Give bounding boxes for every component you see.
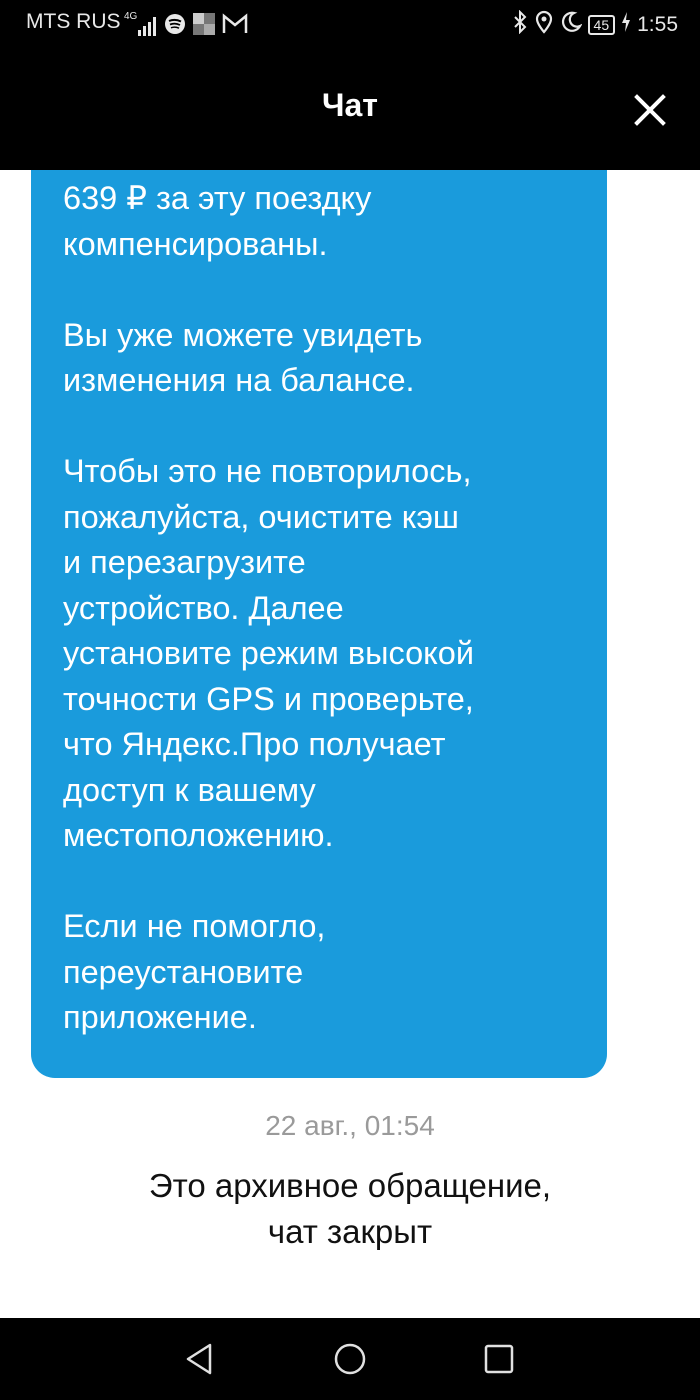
status-left-icons: 4G [124, 11, 248, 40]
location-icon [534, 10, 554, 40]
page-title: Чат [322, 87, 378, 123]
close-icon [634, 94, 666, 126]
status-right: 45 1:55 [512, 9, 678, 40]
home-icon [334, 1343, 366, 1375]
carrier-label: MTS RUS [26, 10, 121, 33]
back-icon [186, 1343, 212, 1375]
screen: MTS RUS 4G 45 1:55 Чат 639 ₽ за эту поез… [0, 0, 700, 1400]
spotify-icon [164, 13, 186, 39]
status-bar: MTS RUS 4G 45 1:55 [0, 0, 700, 50]
clock: 1:55 [637, 13, 678, 36]
recents-icon [484, 1344, 514, 1374]
chat-header: Чат [0, 50, 700, 170]
gmail-icon [222, 13, 248, 39]
chat-area[interactable]: 639 ₽ за эту поездку компенсированы. Вы … [0, 170, 700, 1318]
message-timestamp: 22 авг., 01:54 [265, 1110, 435, 1141]
moon-icon [560, 11, 583, 39]
close-button[interactable] [630, 90, 670, 130]
back-button[interactable] [180, 1339, 220, 1379]
archive-notice: Это архивное обращение, чат закрыт [148, 1167, 552, 1250]
app-icon [192, 12, 216, 40]
message-bubble: 639 ₽ за эту поездку компенсированы. Вы … [31, 170, 607, 1078]
charging-icon [621, 11, 631, 39]
home-button[interactable] [330, 1339, 370, 1379]
battery-icon: 45 [587, 15, 616, 35]
signal-icon: 4G [124, 11, 158, 38]
message-text: 639 ₽ за эту поездку компенсированы. Вы … [63, 180, 474, 1035]
recents-button[interactable] [479, 1339, 519, 1379]
bluetooth-icon [512, 9, 528, 40]
navigation-bar [0, 1318, 700, 1400]
